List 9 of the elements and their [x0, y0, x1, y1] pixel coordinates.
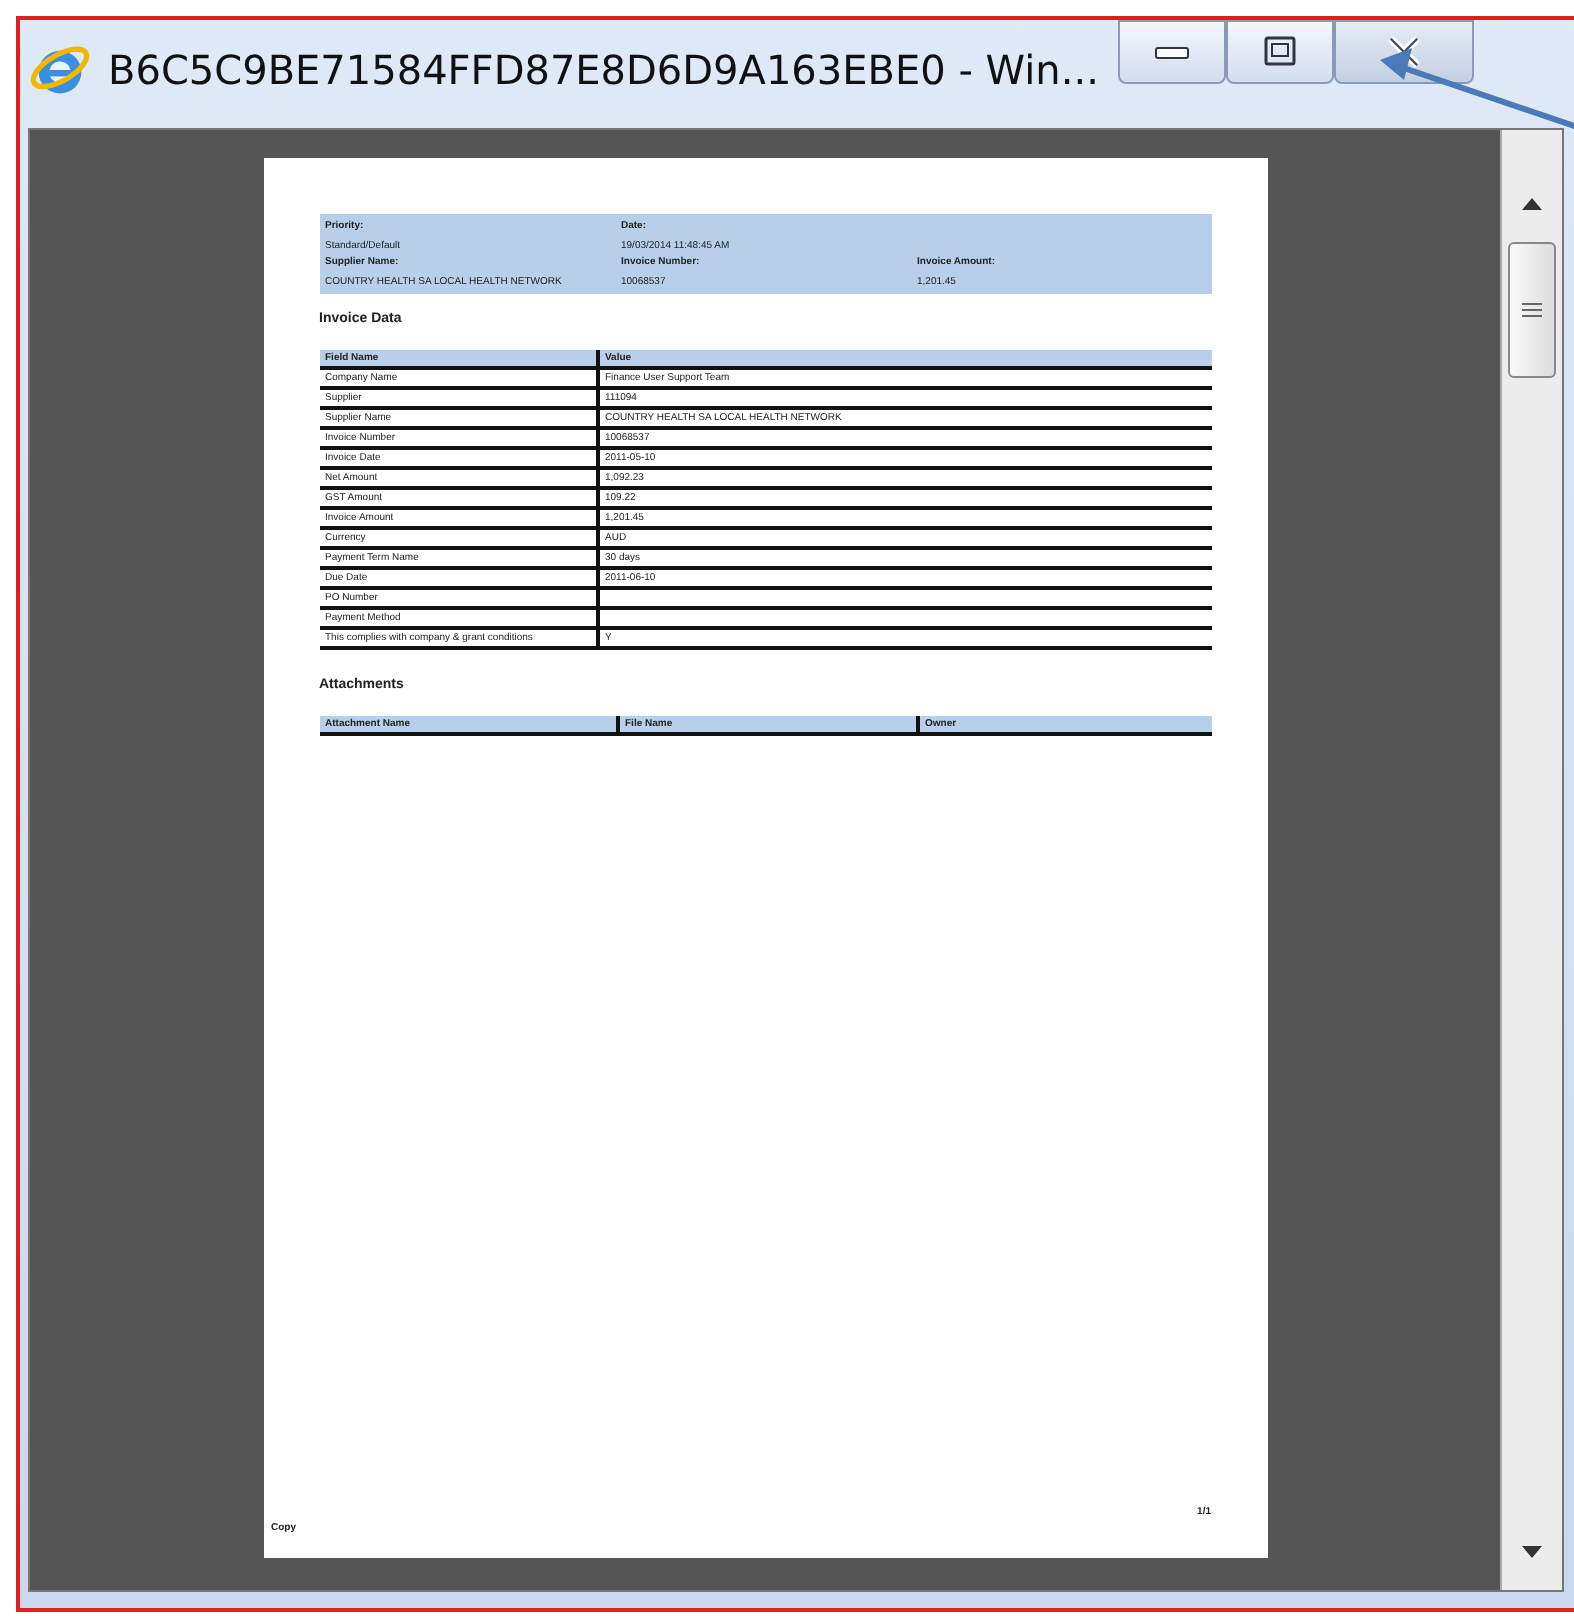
scroll-thumb[interactable] [1508, 242, 1556, 378]
maximize-button[interactable] [1226, 20, 1335, 84]
window-title: B6C5C9BE71584FFD87E8D6D9A163EBE0 - Win... [108, 46, 1099, 94]
minimize-button[interactable] [1118, 20, 1227, 84]
scroll-up-icon[interactable] [1522, 198, 1542, 210]
scroll-down-icon[interactable] [1522, 1546, 1542, 1558]
close-button[interactable] [1334, 20, 1475, 84]
maximize-icon [1260, 36, 1301, 68]
scrollbar[interactable] [1500, 130, 1562, 1590]
